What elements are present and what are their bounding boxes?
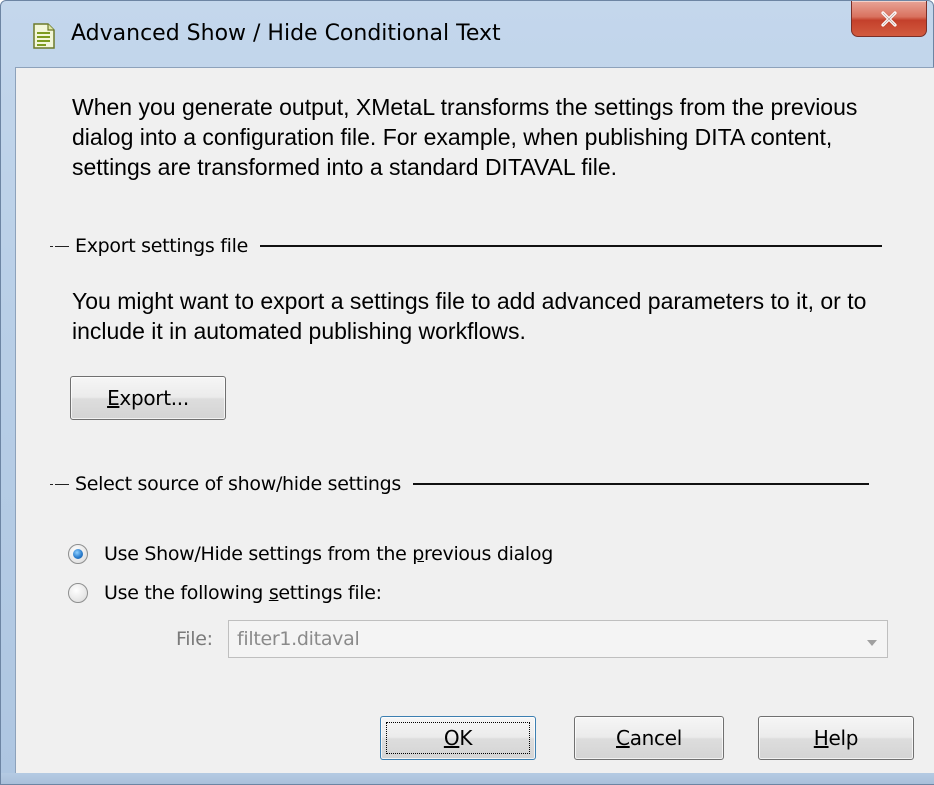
export-group-label: Export settings file [75, 235, 248, 257]
radio-button-checked[interactable] [68, 544, 88, 564]
document-icon [33, 23, 55, 49]
export-group-header: Export settings file [50, 234, 882, 258]
close-button[interactable] [851, 1, 927, 37]
radio-settings-file[interactable]: Use the following settings file: [68, 579, 382, 607]
window-bottom-border [1, 773, 934, 784]
file-label: File: [176, 628, 213, 650]
file-select[interactable]: filter1.ditaval [228, 620, 888, 658]
export-description: You might want to export a settings file… [72, 288, 867, 344]
ok-button[interactable]: OK [380, 716, 536, 760]
title-bar[interactable]: Advanced Show / Hide Conditional Text [1, 1, 933, 67]
source-group-label: Select source of show/hide settings [75, 473, 402, 495]
intro-text: When you generate output, XMetaL transfo… [72, 94, 858, 180]
radio-previous-dialog[interactable]: Use Show/Hide settings from the previous… [68, 540, 553, 568]
dialog-client-area: When you generate output, XMetaL transfo… [15, 67, 934, 775]
close-icon [879, 10, 899, 27]
dialog-window: Advanced Show / Hide Conditional Text Wh… [0, 0, 934, 785]
chevron-down-icon[interactable] [865, 633, 879, 647]
export-button[interactable]: Export... [70, 376, 226, 420]
group-divider [259, 245, 882, 247]
cancel-button[interactable]: Cancel [574, 716, 724, 760]
group-divider [413, 483, 870, 485]
source-group-header: Select source of show/hide settings [50, 472, 870, 496]
window-title: Advanced Show / Hide Conditional Text [71, 21, 501, 46]
radio-button-unchecked[interactable] [68, 583, 88, 603]
help-button[interactable]: Help [758, 716, 914, 760]
file-select-value: filter1.ditaval [237, 628, 360, 650]
